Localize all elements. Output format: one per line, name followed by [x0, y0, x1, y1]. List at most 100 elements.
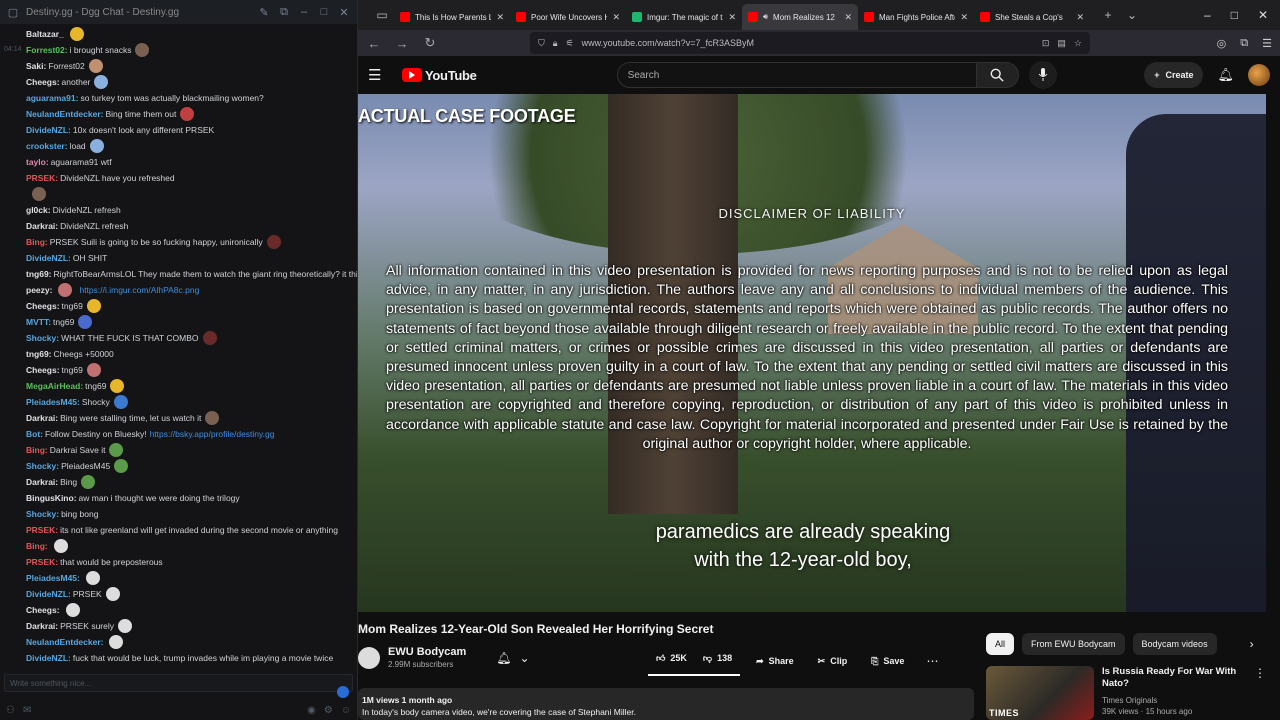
user-avatar[interactable] — [1248, 64, 1270, 86]
rec-title[interactable]: Is Russia Ready For War With Nato? — [1102, 666, 1246, 690]
notifications-bell-icon[interactable]: 🔔︎ — [1217, 67, 1234, 83]
chat-username[interactable]: taylo: — [26, 154, 49, 170]
users-icon[interactable]: ⚇ — [6, 705, 15, 716]
chat-username[interactable]: Cheegs: — [26, 298, 60, 314]
audio-playing-icon[interactable]: 🔊︎ — [763, 12, 768, 22]
create-button[interactable]: + Create — [1144, 62, 1204, 88]
user-icon[interactable]: ☺ — [341, 705, 351, 716]
chat-username[interactable]: Bing: — [26, 442, 48, 458]
chat-username[interactable]: Darkrai: — [26, 618, 58, 634]
more-actions-icon[interactable]: ⋯ — [920, 649, 944, 673]
minimize-icon[interactable]: – — [1204, 8, 1211, 22]
shield-icon[interactable]: ⛉ — [538, 38, 545, 49]
browser-tab[interactable]: 🔊︎ Mom Realizes 12 ✕ — [742, 4, 858, 30]
chat-username[interactable]: PRSEK: — [26, 170, 58, 186]
chip-bodycam-videos[interactable]: Bodycam videos — [1132, 633, 1217, 655]
description-box[interactable]: 1M views 1 month ago In today's body cam… — [358, 688, 974, 720]
tab-close-icon[interactable]: ✕ — [728, 12, 736, 23]
chat-username[interactable]: Baltazar_ — [26, 26, 64, 42]
chat-username[interactable]: PleiadesM45: — [26, 570, 80, 586]
chat-username[interactable]: Forrest02: — [26, 42, 68, 58]
voice-search-button[interactable] — [1028, 61, 1057, 89]
tab-close-icon[interactable]: ✕ — [496, 12, 504, 23]
address-bar[interactable]: ⛉ 🔒︎ ⚟ www.youtube.com/watch?v=7_fcR3ASB… — [530, 32, 1090, 54]
chat-username[interactable]: DivideNZL: — [26, 250, 71, 266]
reader-icon[interactable]: ▤ — [1057, 38, 1066, 49]
chip-all[interactable]: All — [986, 633, 1015, 655]
chat-username[interactable]: NeulandEntdecker: — [26, 106, 103, 122]
screenshot-icon[interactable]: ⊡ — [1042, 38, 1050, 49]
chat-username[interactable]: MVTT: — [26, 314, 51, 330]
chat-username[interactable]: DivideNZL: — [26, 650, 71, 666]
chat-username[interactable]: Bing: — [26, 234, 48, 250]
permissions-icon[interactable]: ⚟ — [566, 38, 574, 49]
chat-username[interactable]: aguarama91: — [26, 90, 78, 106]
chat-username[interactable]: DivideNZL: — [26, 122, 71, 138]
chat-username[interactable]: Saki: — [26, 58, 46, 74]
chat-username[interactable]: Cheegs: — [26, 74, 60, 90]
account-icon[interactable]: ◎ — [1217, 37, 1227, 50]
chat-username[interactable]: Bot: — [26, 426, 43, 442]
chip-from-channel[interactable]: From EWU Bodycam — [1022, 633, 1125, 655]
youtube-logo[interactable]: YouTube — [402, 68, 477, 83]
lock-icon[interactable]: 🔒︎ — [553, 38, 558, 49]
hamburger-menu-icon[interactable]: ☰ — [368, 66, 388, 84]
chat-link[interactable]: https://bsky.app/profile/destiny.gg — [150, 426, 275, 442]
browser-tab[interactable]: Man Fights Police Afte ✕ — [858, 4, 974, 30]
extensions-icon[interactable]: ⧉ — [1240, 37, 1248, 50]
browser-tab[interactable]: This Is How Parents Le ✕ — [394, 4, 510, 30]
chevron-right-icon[interactable]: › — [1241, 633, 1263, 655]
chat-username[interactable]: Darkrai: — [26, 410, 58, 426]
settings-icon[interactable]: ⚙ — [324, 705, 333, 716]
search-input[interactable]: Search — [616, 62, 977, 88]
maximize-icon[interactable]: □ — [317, 5, 331, 19]
url-text[interactable]: www.youtube.com/watch?v=7_fcR3ASByM — [582, 38, 754, 48]
chat-input[interactable]: Write something nice... — [4, 674, 353, 692]
chat-username[interactable]: MegaAirHead: — [26, 378, 83, 394]
chat-username[interactable]: Shocky: — [26, 330, 59, 346]
browser-tab[interactable]: She Steals a Cop's ✕ — [974, 4, 1090, 30]
chat-username[interactable]: tng69: — [26, 266, 52, 282]
subscription-bell-button[interactable]: 🔔︎ ⌄ — [496, 651, 529, 665]
browser-tab[interactable]: Poor Wife Uncovers H ✕ — [510, 4, 626, 30]
chat-username[interactable]: PRSEK: — [26, 522, 58, 538]
maximize-icon[interactable]: □ — [1231, 8, 1238, 22]
rec-more-icon[interactable]: ⋮ — [1254, 666, 1266, 720]
tab-close-icon[interactable]: ✕ — [844, 12, 852, 23]
chat-username[interactable]: Shocky: — [26, 458, 59, 474]
chat-username[interactable]: gl0ck: — [26, 202, 51, 218]
chat-username[interactable]: Darkrai: — [26, 218, 58, 234]
eye-icon[interactable]: ◉ — [307, 705, 316, 716]
minimize-icon[interactable]: – — [297, 5, 311, 19]
popout-icon[interactable]: ⧉ — [277, 5, 291, 19]
menu-icon[interactable]: ☰ — [1262, 37, 1272, 50]
browser-tab[interactable]: Imgur: The magic of th ✕ — [626, 4, 742, 30]
tab-close-icon[interactable]: ✕ — [612, 12, 620, 23]
new-tab-icon[interactable]: + — [1096, 8, 1120, 22]
forward-icon[interactable]: → — [394, 36, 410, 51]
clip-button[interactable]: ✂ Clip — [809, 649, 856, 673]
close-icon[interactable]: ✕ — [337, 5, 351, 19]
rec-thumbnail[interactable]: TIMES — [986, 666, 1094, 720]
chat-username[interactable]: Cheegs: — [26, 362, 60, 378]
save-button[interactable]: ⎘ Save — [863, 649, 913, 673]
chat-message-list[interactable]: Baltazar_ 04:14 Forrest02: i brought snacks… — [0, 24, 357, 670]
reload-icon[interactable]: ↻ — [422, 35, 438, 51]
tab-overview-icon[interactable]: ▭ — [370, 8, 394, 22]
chat-username[interactable]: PRSEK: — [26, 554, 58, 570]
chat-username[interactable]: Shocky: — [26, 506, 59, 522]
tab-close-icon[interactable]: ✕ — [1076, 12, 1084, 23]
chat-username[interactable]: peezy: — [26, 282, 52, 298]
share-button[interactable]: ➦ Share — [748, 649, 802, 673]
pencil-icon[interactable]: ✎ — [257, 5, 271, 19]
chat-username[interactable]: crookster: — [26, 138, 68, 154]
bookmark-star-icon[interactable]: ☆ — [1074, 38, 1082, 49]
send-icon[interactable] — [337, 686, 349, 698]
search-button[interactable] — [976, 62, 1019, 88]
chat-username[interactable]: tng69: — [26, 346, 52, 362]
chat-username[interactable]: Bing: — [26, 538, 48, 554]
chat-link[interactable]: https://i.imgur.com/AlhPA8c.png — [79, 282, 199, 298]
back-icon[interactable]: ← — [366, 36, 382, 51]
like-button[interactable]: 👍︎ 25K — [648, 646, 695, 670]
rec-channel[interactable]: Times Originals — [1102, 696, 1246, 705]
